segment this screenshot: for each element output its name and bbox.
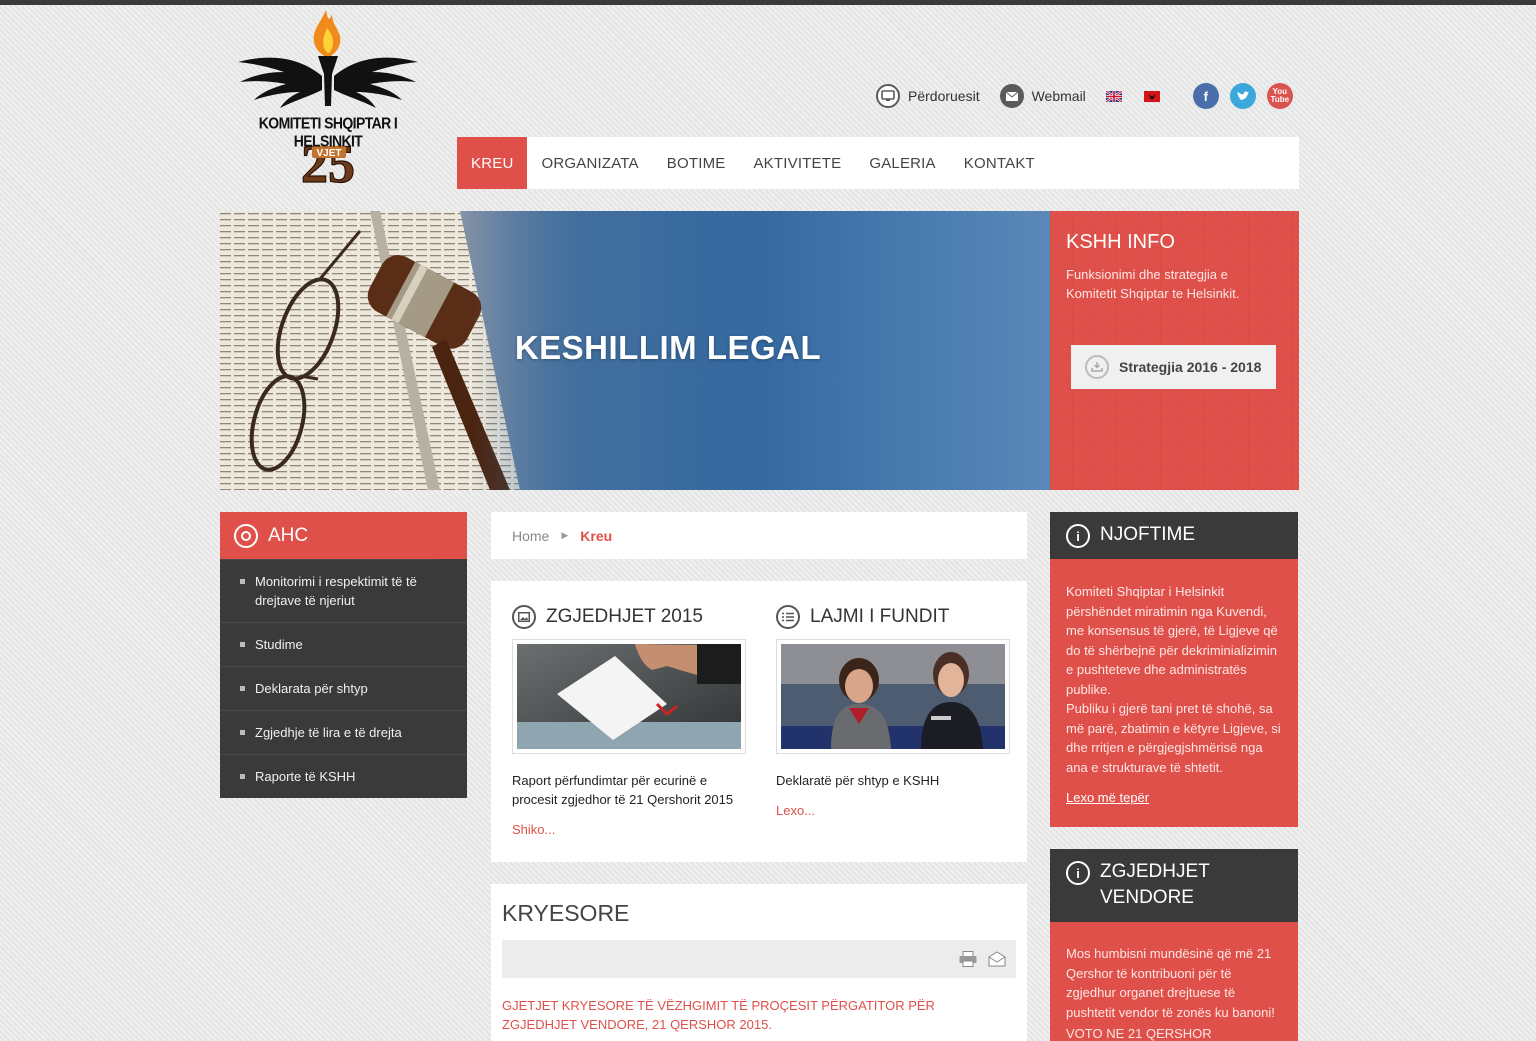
breadcrumb: Home ▶ Kreu	[491, 512, 1027, 559]
hero-title: KESHILLIM LEGAL	[514, 329, 822, 366]
info-text: Funksionimi dhe strategjia e Komitetit S…	[1066, 267, 1240, 301]
ahc-item-zgjedhje[interactable]: Zgjedhje të lira e të drejta	[220, 710, 467, 754]
ahc-header: AHC	[220, 512, 467, 559]
twitter-icon[interactable]	[1229, 83, 1256, 109]
kshh-info-box: KSHH INFO Funksionimi dhe strategjia e K…	[1050, 211, 1299, 490]
news-box: ZGJEDHJET 2015 Raport përfundimtar për e…	[491, 581, 1027, 862]
nav-item-kreu[interactable]: KREU	[457, 137, 528, 189]
nav-item-aktivitete[interactable]: AKTIVITETE	[739, 137, 855, 189]
logo-emblem-icon: 25 VJET	[238, 10, 418, 188]
article-toolbar	[502, 940, 1016, 978]
ahc-sidebar: AHC Monitorimi i respektimit të të drejt…	[220, 512, 467, 798]
monitor-icon	[876, 84, 900, 108]
local-elections-body: Mos humbisni mundësinë që më 21 Qershor …	[1050, 922, 1298, 1041]
njoftime-title: NJOFTIME	[1100, 524, 1195, 545]
ahc-item-monitorimi[interactable]: Monitorimi i respektimit të të drejtave …	[220, 559, 439, 622]
local-elections-text: Mos humbisni mundësinë që më 21 Qershor …	[1066, 946, 1275, 1020]
info-icon: i	[1066, 524, 1090, 548]
info-title: KSHH INFO	[1066, 231, 1175, 253]
local-elections-title-line2: VENDORE	[1100, 887, 1194, 908]
print-icon[interactable]	[959, 951, 977, 967]
webmail-link-label: Webmail	[1031, 88, 1086, 104]
mail-icon	[999, 84, 1024, 108]
info-icon: i	[1066, 861, 1090, 885]
local-elections-panel: i ZGJEDHJET VENDORE Mos humbisni mundësi…	[1050, 849, 1298, 1041]
kryesore-title: KRYESORE	[502, 900, 630, 926]
latest-news-title: LAJMI I FUNDIT	[776, 605, 949, 629]
hero-slider[interactable]: KESHILLIM LEGAL	[220, 211, 1050, 490]
webmail-link[interactable]: Webmail	[999, 84, 1086, 108]
kryesore-article-link[interactable]: GJETJET KRYESORE TË VËZHGIMIT TË PROÇESI…	[502, 996, 1012, 1034]
main-nav: KREU ORGANIZATA BOTIME AKTIVITETE GALERI…	[457, 137, 1299, 189]
flag-albania-icon[interactable]	[1143, 90, 1160, 102]
image-icon	[512, 605, 536, 629]
nav-item-organizata[interactable]: ORGANIZATA	[527, 137, 652, 189]
breadcrumb-current: Kreu	[580, 527, 613, 544]
logo-org-name: KOMITETI SHQIPTAR I HELSINKIT	[258, 114, 398, 150]
kryesore-box: KRYESORE GJETJET KRYESORE TË VËZHGIMIT T…	[491, 884, 1027, 1041]
elections-more-link[interactable]: Shiko...	[512, 822, 555, 837]
ahc-item-raporte[interactable]: Raporte të KSHH	[220, 754, 467, 798]
nav-item-galeria[interactable]: GALERIA	[855, 137, 949, 189]
strategy-button-label: Strategjia 2016 - 2018	[1119, 359, 1262, 375]
njoftime-body: Komiteti Shqiptar i Helsinkit përshëndet…	[1050, 559, 1298, 827]
latest-news-thumbnail[interactable]	[776, 639, 1010, 754]
elections-title-text: ZGJEDHJET 2015	[546, 606, 703, 627]
flag-uk-icon[interactable]	[1105, 90, 1122, 102]
strategy-button[interactable]: Strategjia 2016 - 2018	[1071, 345, 1276, 389]
elections-title: ZGJEDHJET 2015	[512, 605, 703, 629]
list-icon	[776, 605, 800, 629]
email-icon[interactable]	[988, 951, 1006, 967]
users-link[interactable]: Përdoruesit	[876, 84, 980, 108]
breadcrumb-arrow-icon: ▶	[561, 530, 569, 540]
elections-description: Raport përfundimtar për ecurinë e proces…	[512, 773, 734, 807]
local-elections-title-line1: ZGJEDHJET	[1100, 861, 1210, 882]
top-links: Përdoruesit Webmail f You Tube	[876, 82, 1293, 110]
ahc-item-deklarata[interactable]: Deklarata për shtyp	[220, 666, 467, 710]
read-more-link[interactable]: Lexo më tepër	[1066, 790, 1149, 805]
ahc-title: AHC	[268, 524, 309, 546]
download-icon	[1085, 355, 1109, 379]
top-border	[0, 0, 1536, 5]
nav-item-kontakt[interactable]: KONTAKT	[950, 137, 1049, 189]
youtube-icon[interactable]: You Tube	[1266, 83, 1293, 109]
latest-news-description: Deklaratë për shtyp e KSHH	[776, 773, 940, 788]
ahc-item-studime[interactable]: Studime	[220, 622, 467, 666]
svg-text:VJET: VJET	[316, 148, 341, 159]
site-logo[interactable]: 25 VJET KOMITETI SHQIPTAR I HELSINKIT	[228, 6, 428, 188]
facebook-icon[interactable]: f	[1192, 83, 1219, 109]
njoftime-paragraph-1: Komiteti Shqiptar i Helsinkit përshëndet…	[1066, 584, 1278, 697]
latest-news-more-link[interactable]: Lexo...	[776, 803, 815, 818]
njoftime-paragraph-2: Publiku i gjerë tani pret të shohë, sa m…	[1066, 701, 1281, 775]
breadcrumb-home[interactable]: Home	[512, 528, 549, 544]
njoftime-panel: i NJOFTIME Komiteti Shqiptar i Helsinkit…	[1050, 512, 1298, 827]
njoftime-header: i NJOFTIME	[1050, 512, 1298, 559]
latest-news-title-text: LAJMI I FUNDIT	[810, 606, 950, 627]
ballot-box-image	[517, 644, 741, 749]
local-elections-header: i ZGJEDHJET VENDORE	[1050, 849, 1298, 922]
elections-thumbnail[interactable]	[512, 639, 746, 754]
local-elections-vote-text: VOTO NE 21 QERSHOR	[1066, 1026, 1212, 1041]
nav-item-botime[interactable]: BOTIME	[653, 137, 740, 189]
users-link-label: Përdoruesit	[908, 88, 980, 104]
target-icon	[234, 523, 258, 548]
press-conference-image	[781, 644, 1005, 749]
ahc-menu: Monitorimi i respektimit të të drejtave …	[220, 559, 467, 798]
